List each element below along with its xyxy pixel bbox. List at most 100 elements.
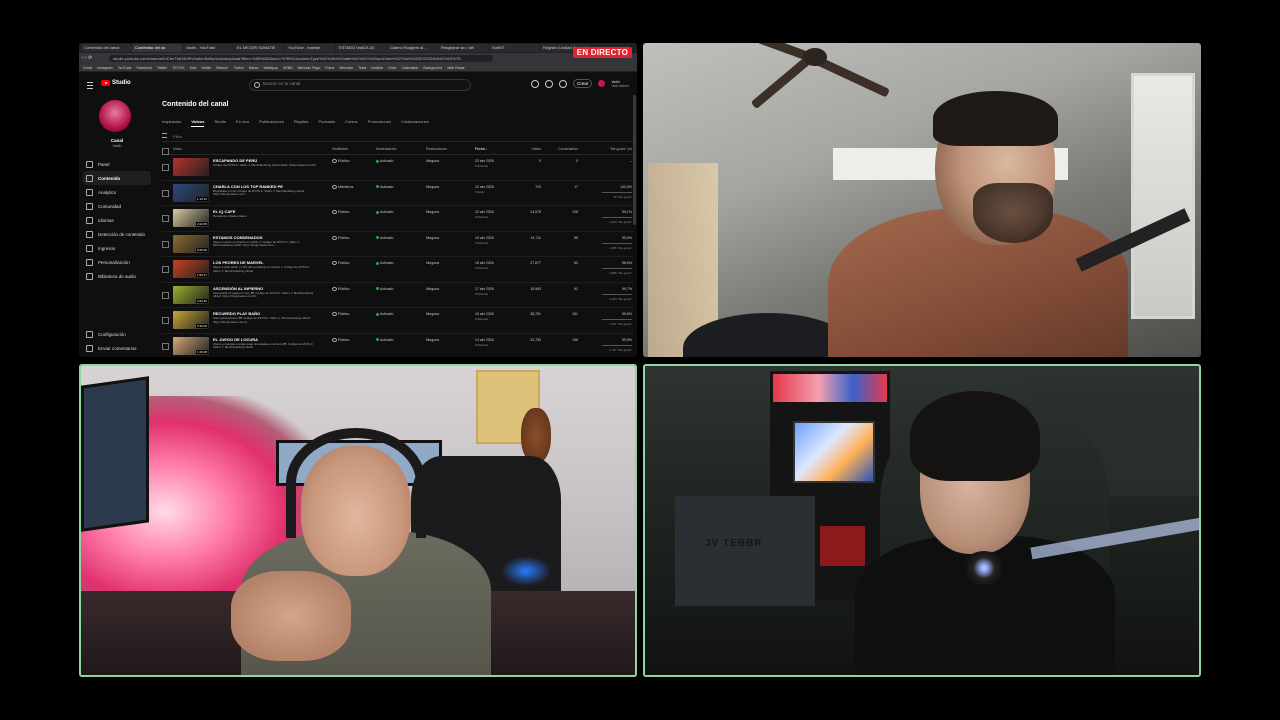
video-title[interactable]: EL JUEGO DE LOCURA (213, 337, 258, 342)
browser-tab[interactable]: Vadín - YouTube (183, 44, 233, 52)
video-thumbnail[interactable]: 1:59:17 (173, 260, 209, 278)
bookmark-item[interactable]: Mercado Pago (298, 64, 321, 71)
row-checkbox[interactable] (162, 342, 169, 350)
browser-tab[interactable]: Contenido del ca (132, 44, 182, 52)
visibility-cell[interactable]: Público (332, 261, 349, 266)
tab-promociones[interactable]: Promociones (368, 119, 391, 127)
bookmark-item[interactable]: Kick (190, 64, 197, 71)
bookmark-item[interactable]: Calendario (401, 64, 418, 71)
video-thumbnail[interactable]: 1:15:12 (173, 183, 209, 202)
bookmark-item[interactable]: TIKTOK (172, 64, 185, 71)
table-row[interactable]: 2:50:40 ASCENSIÓN AL INFIERNO Acompaña mi … (162, 283, 634, 308)
row-checkbox[interactable] (162, 291, 169, 299)
channel-avatar[interactable] (99, 100, 131, 132)
notifications-icon[interactable] (545, 79, 554, 88)
monetization-cell[interactable]: Activado (376, 338, 393, 342)
video-title[interactable]: ASCENSIÓN AL INFIERNO (213, 286, 263, 291)
sidebar-item[interactable]: Panel (83, 157, 151, 171)
video-thumbnail[interactable]: 2:50:40 (173, 285, 209, 304)
video-title[interactable]: EL IQ CAFE (213, 209, 235, 214)
sidebar-item[interactable]: Enviar comentarios (83, 341, 151, 355)
browser-tab[interactable]: ESTADO Vadí24-AT (336, 44, 386, 52)
bookmark-item[interactable]: Prime (325, 64, 334, 71)
browser-tab[interactable]: EL MEJOR SUMATIE (234, 44, 284, 52)
create-button[interactable]: Crear (573, 79, 593, 88)
bookmark-item[interactable]: ARBA (283, 64, 293, 71)
tab-publicaciones[interactable]: Publicaciones (259, 119, 284, 127)
bookmark-item[interactable]: Marca (249, 64, 259, 71)
bookmark-item[interactable]: Twitter (157, 64, 167, 71)
visibility-cell[interactable]: Público (332, 312, 349, 317)
select-all-checkbox[interactable] (162, 148, 169, 155)
tab-playlists[interactable]: Playlists (294, 119, 309, 127)
monetization-cell[interactable]: Activado (376, 185, 393, 189)
row-checkbox[interactable] (162, 266, 169, 273)
account-avatar[interactable] (598, 80, 606, 87)
monetization-cell[interactable]: Activado (376, 159, 393, 163)
video-thumbnail[interactable]: 2:22:05 (173, 209, 209, 227)
address-bar[interactable]: studio.youtube.com/channel/UCbeT8dJ4hfPx… (109, 55, 493, 62)
table-row[interactable]: 5:30:09 RECUERDO PLAY BAÑO Solo subscripto… (162, 308, 634, 334)
tab-vídeos[interactable]: Vídeos (191, 119, 205, 127)
tab-colaboraciones[interactable]: Colaboraciones (401, 119, 429, 127)
studio-logo[interactable]: Studio (101, 80, 131, 86)
sidebar-item[interactable]: Idiomas (83, 213, 151, 227)
browser-nav-icons[interactable]: ‹ › ⟳ (82, 55, 92, 61)
table-row[interactable]: 8:25:06 ESTAMOS CONDENADOS Sigue nuestro e… (162, 232, 634, 257)
bookmark-item[interactable]: Disney+ (216, 64, 229, 71)
monetization-cell[interactable]: Activado (376, 261, 393, 265)
bookmark-item[interactable]: Instagram (97, 64, 113, 71)
sidebar-item[interactable]: Personalización (83, 255, 151, 269)
hamburger-menu-icon[interactable] (87, 82, 93, 89)
tab-cursos[interactable]: Cursos (345, 119, 358, 127)
video-thumbnail[interactable] (173, 158, 209, 176)
visibility-cell[interactable]: Público (332, 338, 349, 342)
row-checkbox[interactable] (162, 189, 169, 197)
bookmark-item[interactable]: Drive (388, 64, 396, 71)
monetization-cell[interactable]: Activado (376, 287, 393, 291)
bookmark-item[interactable]: Gmail (83, 64, 92, 71)
search-input[interactable]: Buscar en tu canal (263, 81, 300, 86)
video-thumbnail[interactable]: 8:25:06 (173, 234, 209, 253)
bookmark-item[interactable]: Wallapop (264, 64, 278, 71)
table-row[interactable]: ESCAPANDO DE PERÚ Código de RVTA-F: Vadín… (162, 155, 634, 181)
sidebar-item[interactable]: Ingresos (83, 241, 151, 255)
browser-tab[interactable]: SorBIT (489, 44, 539, 52)
video-title[interactable]: ESTAMOS CONDENADOS (213, 235, 262, 240)
table-row[interactable]: 2:22:05 EL IQ CAFE Pendiente: Añade vídeos… (162, 206, 634, 232)
bookmark-item[interactable]: Netflix (201, 64, 211, 71)
bookmark-item[interactable]: Web Radar (447, 64, 465, 71)
bookmark-item[interactable]: InfoBae (371, 64, 383, 71)
col-likes[interactable]: "Me gusta" (vs (594, 147, 632, 151)
bookmark-item[interactable]: Facebook (136, 64, 151, 71)
sidebar-item[interactable]: Analytics (83, 185, 151, 199)
scrollbar[interactable] (633, 95, 636, 225)
bookmark-item[interactable]: Background (423, 64, 442, 71)
row-checkbox[interactable] (162, 317, 169, 324)
video-thumbnail[interactable]: 1:26:08 (173, 336, 209, 355)
monetization-cell[interactable]: Activado (376, 312, 393, 316)
visibility-cell[interactable]: Público (332, 210, 349, 215)
visibility-cell[interactable]: Miembros (332, 185, 353, 189)
col-monetization[interactable]: Monetización (376, 147, 397, 151)
monetization-cell[interactable]: Activado (376, 236, 393, 240)
bookmark-item[interactable]: Twitch (234, 64, 244, 71)
tab-en-vivo[interactable]: En vivo (236, 119, 249, 127)
bookmark-item[interactable]: Mercado (339, 64, 353, 71)
sidebar-item[interactable]: Biblioteca de audio (83, 269, 151, 283)
video-thumbnail[interactable]: 5:30:09 (173, 311, 209, 329)
sidebar-item[interactable]: Comunidad (83, 199, 151, 213)
filter-bar[interactable]: Filtro (162, 133, 634, 142)
filter-icon[interactable] (162, 133, 167, 138)
video-title[interactable]: RECUERDO PLAY BAÑO (213, 311, 260, 316)
video-title[interactable]: CHARLA CON LOS TOP RANKED PE (213, 184, 283, 189)
row-checkbox[interactable] (162, 215, 169, 222)
visibility-cell[interactable]: Público (332, 236, 349, 240)
tab-podcasts[interactable]: Podcasts (319, 119, 335, 127)
browser-tab[interactable]: Resgistrar sin / del (438, 44, 488, 52)
table-row[interactable]: 1:15:12 CHARLA CON LOS TOP RANKED PE Regís… (162, 181, 634, 206)
col-views[interactable]: Vistas (516, 147, 541, 151)
bookmark-item[interactable]: YouTube (118, 64, 132, 71)
col-date[interactable]: Fecha ↓ (475, 147, 487, 151)
browser-tab[interactable]: Calend Rodgers al… (387, 44, 437, 52)
